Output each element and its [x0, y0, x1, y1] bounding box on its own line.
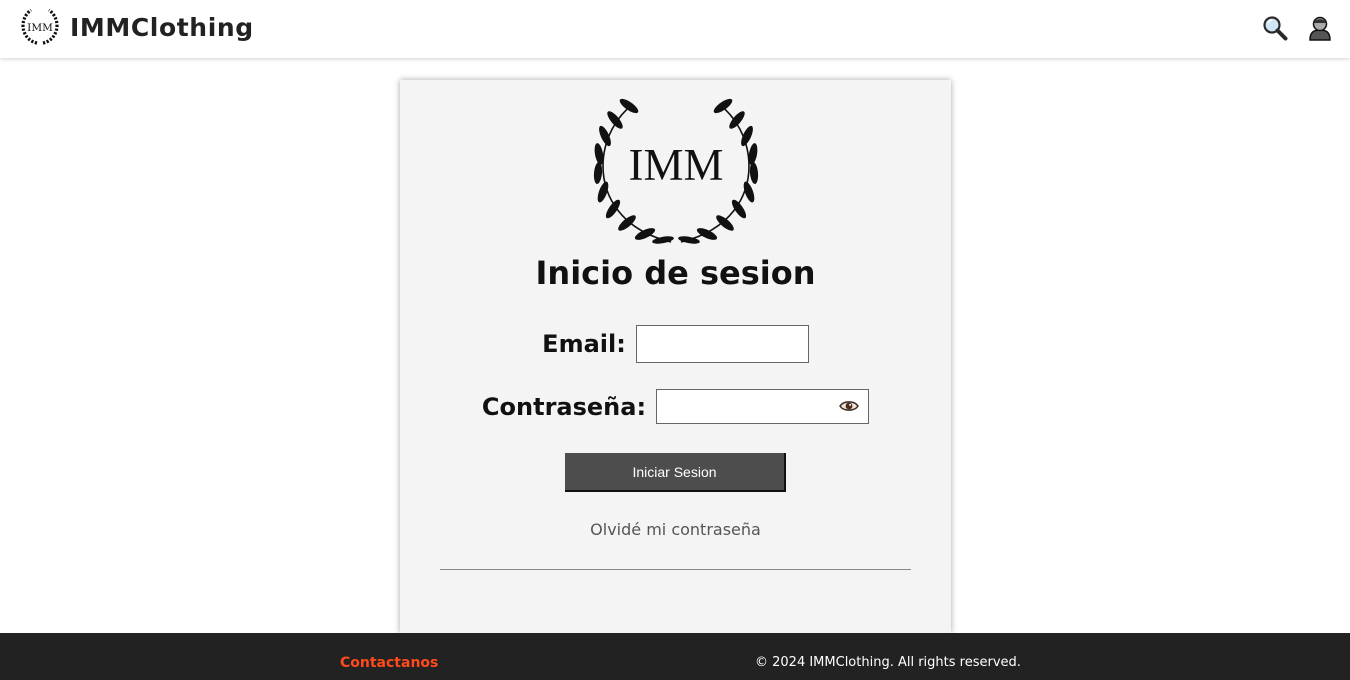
- password-field-wrapper: [656, 389, 870, 424]
- search-icon[interactable]: [1262, 15, 1288, 41]
- copyright-text: © 2024 IMMClothing. All rights reserved.: [755, 655, 1021, 670]
- login-card: IMM Inicio de sesion Email: Contraseña: …: [400, 80, 951, 633]
- forgot-password-link[interactable]: Olvidé mi contraseña: [400, 520, 951, 539]
- footer: Contactanos © 2024 IMMClothing. All righ…: [0, 633, 1350, 680]
- user-icon[interactable]: [1307, 15, 1333, 41]
- brand-name: IMMClothing: [70, 12, 254, 42]
- password-row: Contraseña:: [400, 389, 951, 424]
- email-input[interactable]: [635, 325, 809, 363]
- contact-link[interactable]: Contactanos: [340, 655, 438, 671]
- svg-text:IMM: IMM: [27, 22, 53, 34]
- brand-logo: IMM: [21, 8, 59, 45]
- imm-laurel-logo: IMM: [593, 98, 759, 244]
- email-row: Email:: [400, 325, 951, 363]
- password-input[interactable]: [656, 389, 870, 424]
- password-label: Contraseña:: [481, 392, 647, 421]
- page-title: Inicio de sesion: [535, 254, 816, 292]
- show-password-eye-icon[interactable]: [839, 397, 859, 415]
- email-label: Email:: [542, 330, 626, 358]
- brand-home-link[interactable]: IMM IMMClothing: [20, 7, 254, 47]
- card-divider: [440, 569, 911, 570]
- top-navigation-bar: IMM IMMClothing: [0, 0, 1350, 58]
- login-submit-button[interactable]: Iniciar Sesion: [565, 453, 786, 492]
- svg-text:IMM: IMM: [628, 140, 723, 190]
